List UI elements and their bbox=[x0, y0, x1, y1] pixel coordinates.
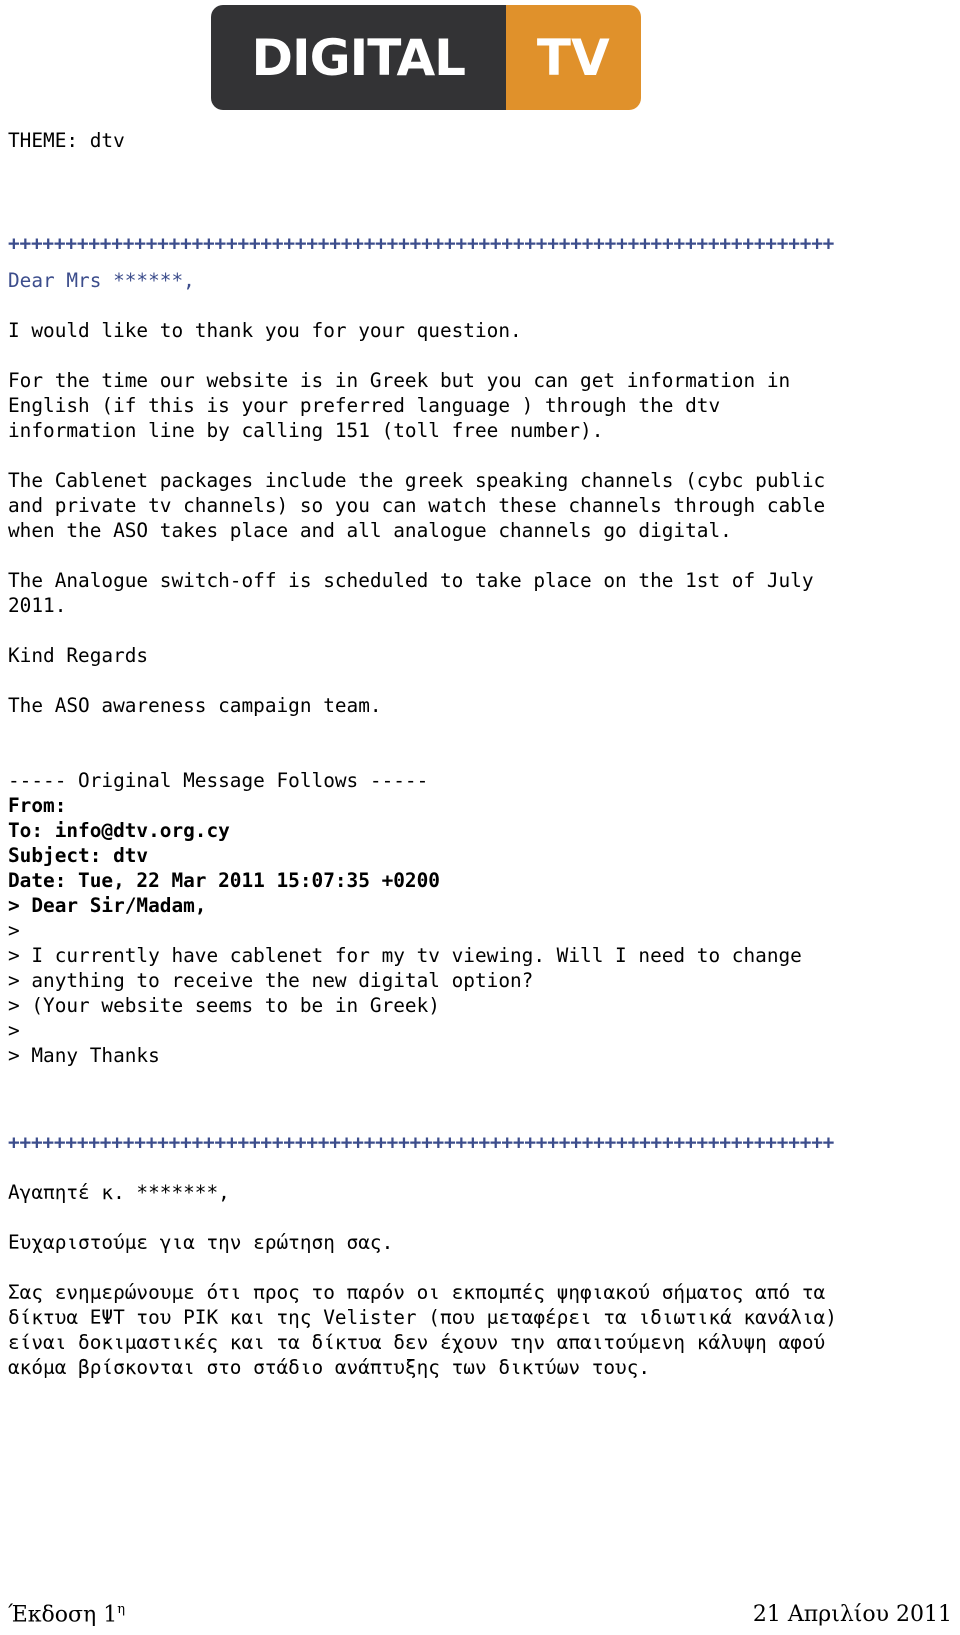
original-message-to: To: info@dtv.org.cy bbox=[8, 819, 230, 842]
separator-top: ++++++++++++++++++++++++++++++++++++++++… bbox=[8, 232, 835, 255]
footer-edition: Έκδοση 1η bbox=[8, 1602, 125, 1627]
document-body: THEME: dtv +++++++++++++++++++++++++++++… bbox=[8, 128, 952, 1380]
original-message-date: Date: Tue, 22 Mar 2011 15:07:35 +0200 bbox=[8, 869, 440, 892]
footer-edition-text: Έκδοση 1 bbox=[8, 1602, 118, 1627]
quoted-blank-line-2: > bbox=[8, 1019, 20, 1042]
original-message-divider: ----- Original Message Follows ----- bbox=[8, 769, 429, 792]
original-message-subject: Subject: dtv bbox=[8, 844, 149, 867]
separator-bottom: ++++++++++++++++++++++++++++++++++++++++… bbox=[8, 1131, 835, 1154]
quoted-salutation: > Dear Sir/Madam, bbox=[8, 894, 207, 917]
reply-paragraph-2: The Cablenet packages include the greek … bbox=[8, 469, 826, 542]
quoted-body: > I currently have cablenet for my tv vi… bbox=[8, 944, 802, 1017]
greek-thanks-line: Ευχαριστούμε για την ερώτηση σας. bbox=[8, 1231, 394, 1254]
reply-thanks-line: I would like to thank you for your quest… bbox=[8, 319, 522, 342]
reply-paragraph-3: The Analogue switch-off is scheduled to … bbox=[8, 569, 814, 617]
reply-salutation: Dear Mrs ******, bbox=[8, 269, 195, 292]
greek-paragraph-1: Σας ενημερώνουμε ότι προς το παρόν οι εκ… bbox=[8, 1281, 837, 1379]
footer-edition-ordinal: η bbox=[117, 1601, 126, 1617]
logo-digital-text: DIGITAL bbox=[251, 28, 467, 87]
greek-salutation: Αγαπητέ κ. *******, bbox=[8, 1181, 230, 1204]
logo-badge: DIGITAL TV bbox=[211, 5, 641, 110]
page-footer: Έκδοση 1η 21 Απριλίου 2011 bbox=[8, 1602, 952, 1627]
logo-dark-panel: DIGITAL bbox=[211, 5, 506, 110]
quoted-thanks: > Many Thanks bbox=[8, 1044, 160, 1067]
quoted-blank-line-1: > bbox=[8, 919, 20, 942]
original-message-from: From: bbox=[8, 794, 67, 817]
logo-tv-text: TV bbox=[536, 28, 610, 87]
reply-signature: The ASO awareness campaign team. bbox=[8, 694, 382, 717]
reply-closing: Kind Regards bbox=[8, 644, 149, 667]
logo-orange-panel: TV bbox=[505, 5, 641, 110]
reply-paragraph-1: For the time our website is in Greek but… bbox=[8, 369, 791, 442]
footer-date: 21 Απριλίου 2011 bbox=[752, 1602, 952, 1627]
digital-tv-logo: DIGITAL TV bbox=[211, 5, 641, 110]
theme-line: THEME: dtv bbox=[8, 129, 125, 152]
